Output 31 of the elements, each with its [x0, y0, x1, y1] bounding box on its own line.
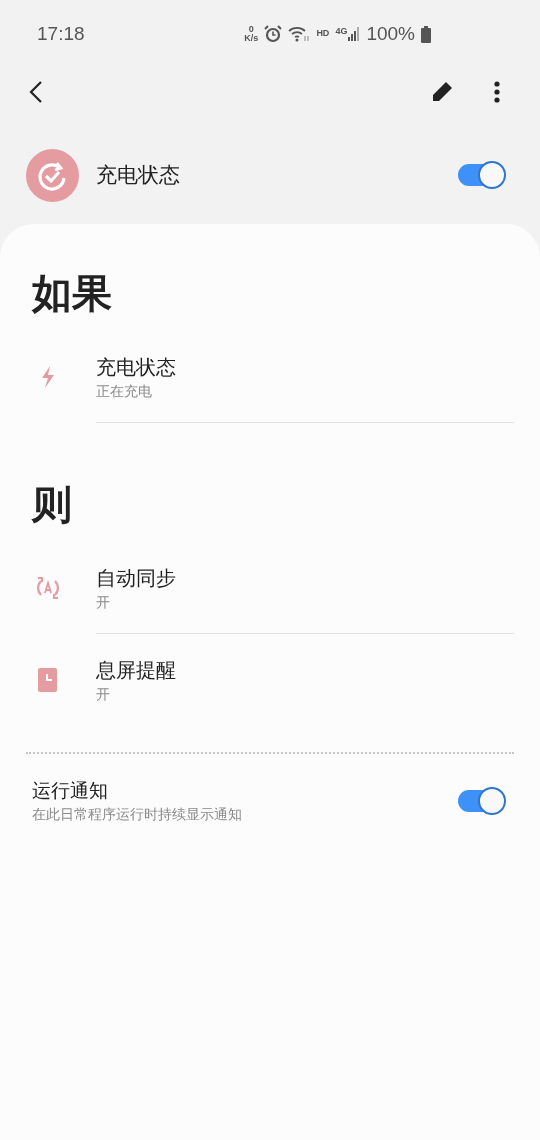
screen-clock-icon	[38, 668, 58, 692]
toggle-switch[interactable]	[458, 787, 506, 815]
item-title: 自动同步	[96, 565, 177, 591]
routine-icon	[26, 148, 79, 202]
toggle-switch[interactable]	[458, 161, 506, 189]
lightning-icon	[41, 366, 55, 388]
speed-value: 0	[248, 25, 254, 34]
item-subtitle: 正在充电	[96, 381, 153, 401]
item-subtitle: 开	[96, 592, 111, 612]
battery-icon	[421, 25, 431, 43]
item-title: 充电状态	[96, 354, 177, 380]
wifi-icon	[288, 26, 311, 42]
notification-description: 在此日常程序运行时持续显示通知	[32, 805, 242, 824]
status-time: 17:18	[37, 21, 85, 46]
hd-label: HD	[316, 27, 330, 41]
item-title: 息屏提醒	[96, 658, 177, 683]
alarm-icon	[264, 25, 283, 43]
network-label: 4G	[335, 27, 348, 36]
sync-icon	[35, 575, 61, 601]
notification-title: 运行通知	[32, 779, 109, 803]
list-item[interactable]: 息屏提醒 开	[0, 634, 540, 726]
list-item[interactable]: 充电状态 正在充电	[0, 331, 540, 423]
more-options-button[interactable]	[492, 79, 502, 105]
battery-percent: 100%	[366, 21, 415, 46]
section-heading: 则	[32, 481, 73, 528]
signal-icon	[348, 27, 361, 41]
speed-unit: K/s	[244, 34, 259, 43]
routine-title: 充电状态	[96, 162, 180, 189]
item-subtitle: 开	[96, 685, 111, 704]
section-heading: 如果	[32, 270, 113, 317]
list-item[interactable]: 自动同步 开	[0, 542, 540, 634]
